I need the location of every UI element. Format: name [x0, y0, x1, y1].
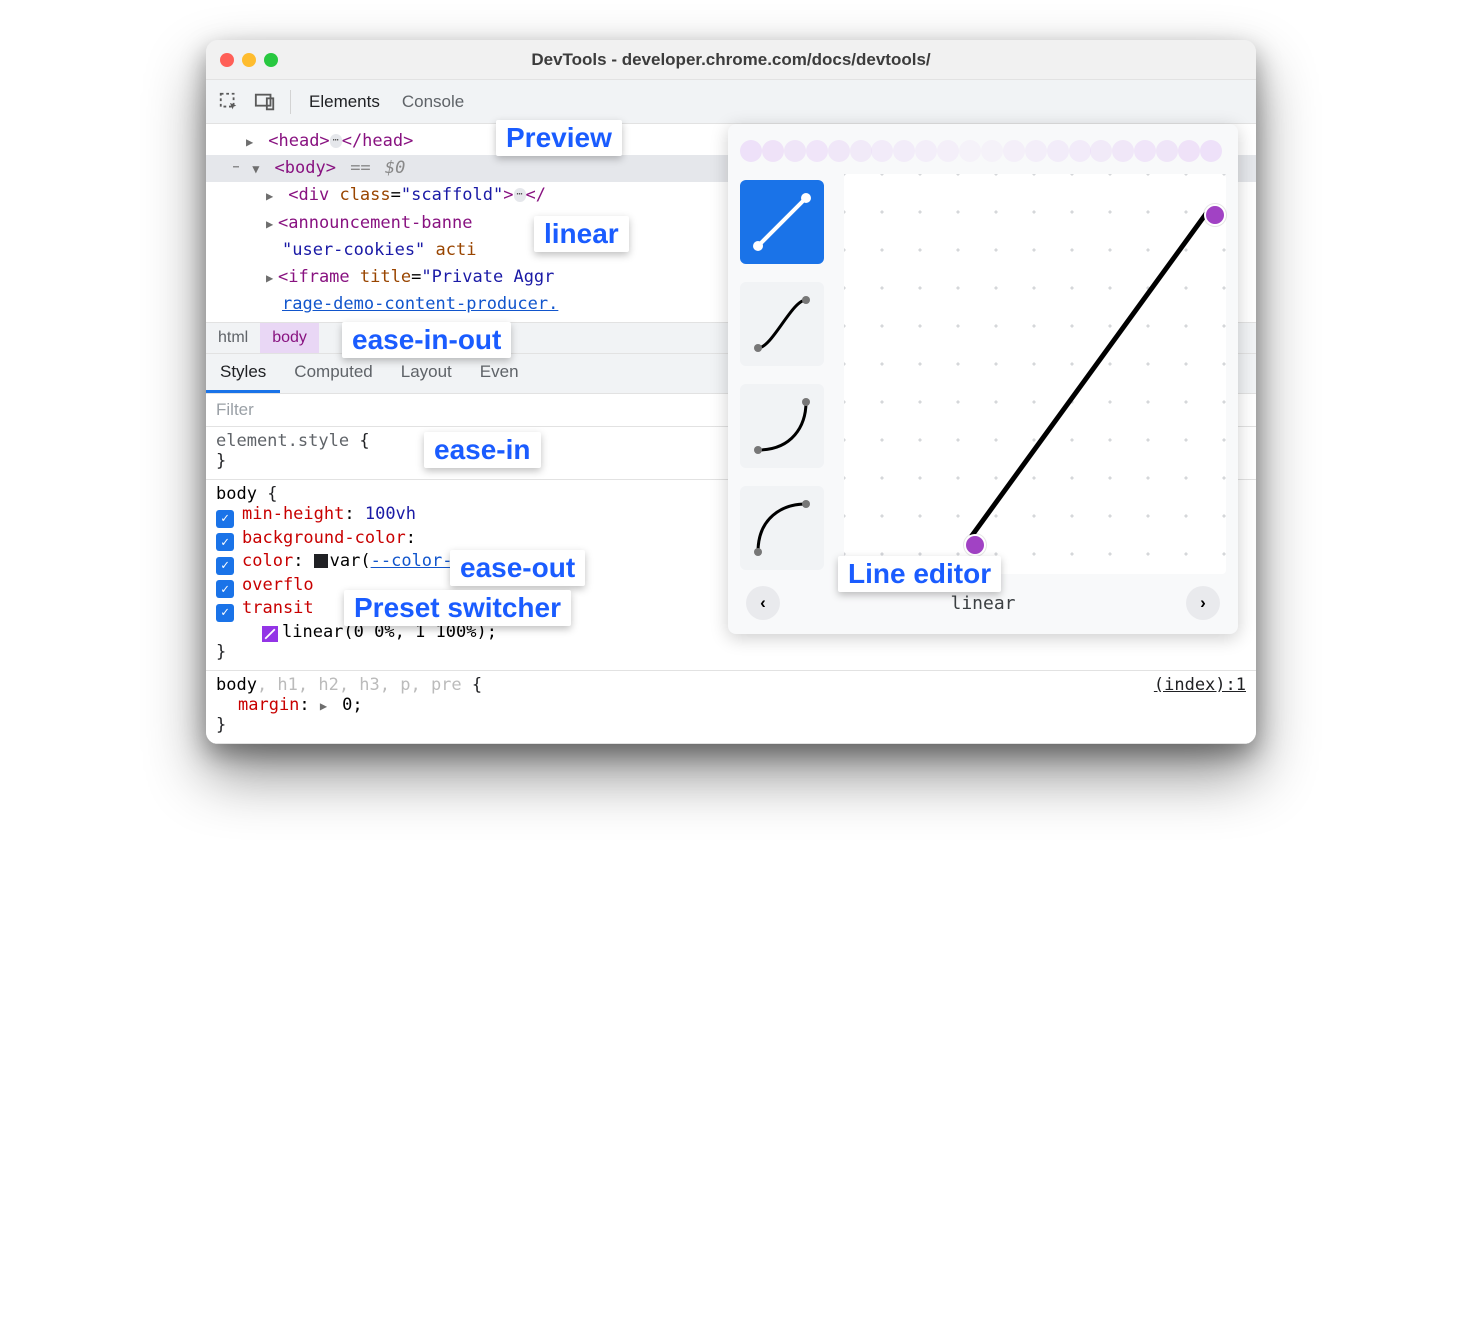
chevron-right-icon: ›: [1200, 593, 1206, 613]
crumb-body[interactable]: body: [260, 323, 319, 353]
easing-thumb-linear[interactable]: [740, 180, 824, 264]
easing-preview: [740, 134, 1226, 170]
tab-elements[interactable]: Elements: [305, 86, 384, 118]
preset-name: linear: [950, 593, 1015, 614]
easing-control-point[interactable]: [1204, 204, 1226, 226]
toolbar-divider: [290, 90, 291, 114]
tab-console[interactable]: Console: [398, 86, 468, 118]
easing-thumbnail-list: [740, 174, 830, 574]
rule-body-typography[interactable]: (index):1 body, h1, h2, h3, p, pre { mar…: [206, 671, 1256, 744]
source-link[interactable]: (index):1: [1154, 675, 1246, 695]
easing-thumb-ease-in[interactable]: [740, 384, 824, 468]
ellipsis-icon[interactable]: ⋯: [514, 188, 526, 202]
stab-styles[interactable]: Styles: [206, 354, 280, 393]
annotation-linear: linear: [534, 216, 629, 252]
chevron-left-icon: ‹: [760, 593, 766, 613]
annotation-line-editor: Line editor: [838, 556, 1001, 592]
annotation-ease-in: ease-in: [424, 432, 541, 468]
inspect-element-icon[interactable]: [218, 91, 240, 113]
preset-next-button[interactable]: ›: [1186, 586, 1220, 620]
easing-control-point[interactable]: [964, 534, 986, 556]
stab-layout[interactable]: Layout: [387, 354, 466, 393]
ellipsis-icon[interactable]: ⋯: [330, 134, 342, 148]
device-toolbar-icon[interactable]: [254, 91, 276, 113]
ellipsis-icon[interactable]: ⋯: [230, 161, 242, 175]
titlebar: DevTools - developer.chrome.com/docs/dev…: [206, 40, 1256, 80]
checkbox-icon[interactable]: ✓: [216, 510, 234, 528]
easing-thumb-ease-out[interactable]: [740, 486, 824, 570]
easing-line-editor[interactable]: [844, 174, 1226, 574]
checkbox-icon[interactable]: ✓: [216, 604, 234, 622]
annotation-ease-in-out: ease-in-out: [342, 322, 511, 358]
color-swatch-icon[interactable]: [314, 554, 328, 568]
checkbox-icon[interactable]: ✓: [216, 557, 234, 575]
devtools-window: DevTools - developer.chrome.com/docs/dev…: [206, 40, 1256, 744]
checkbox-icon[interactable]: ✓: [216, 533, 234, 551]
annotation-preview: Preview: [496, 120, 622, 156]
crumb-html[interactable]: html: [206, 323, 260, 353]
easing-thumb-ease-in-out[interactable]: [740, 282, 824, 366]
annotation-ease-out: ease-out: [450, 550, 585, 586]
checkbox-icon[interactable]: ✓: [216, 580, 234, 598]
devtools-toolbar: Elements Console: [206, 80, 1256, 124]
stab-computed[interactable]: Computed: [280, 354, 386, 393]
preset-prev-button[interactable]: ‹: [746, 586, 780, 620]
easing-swatch-icon[interactable]: [262, 626, 278, 642]
annotation-preset-switcher: Preset switcher: [344, 590, 571, 626]
window-title: DevTools - developer.chrome.com/docs/dev…: [206, 50, 1256, 70]
content-area: ▶ <head>⋯</head> ⋯ ▼ <body> == $0 ▶ <div…: [206, 124, 1256, 744]
stab-event[interactable]: Even: [466, 354, 533, 393]
